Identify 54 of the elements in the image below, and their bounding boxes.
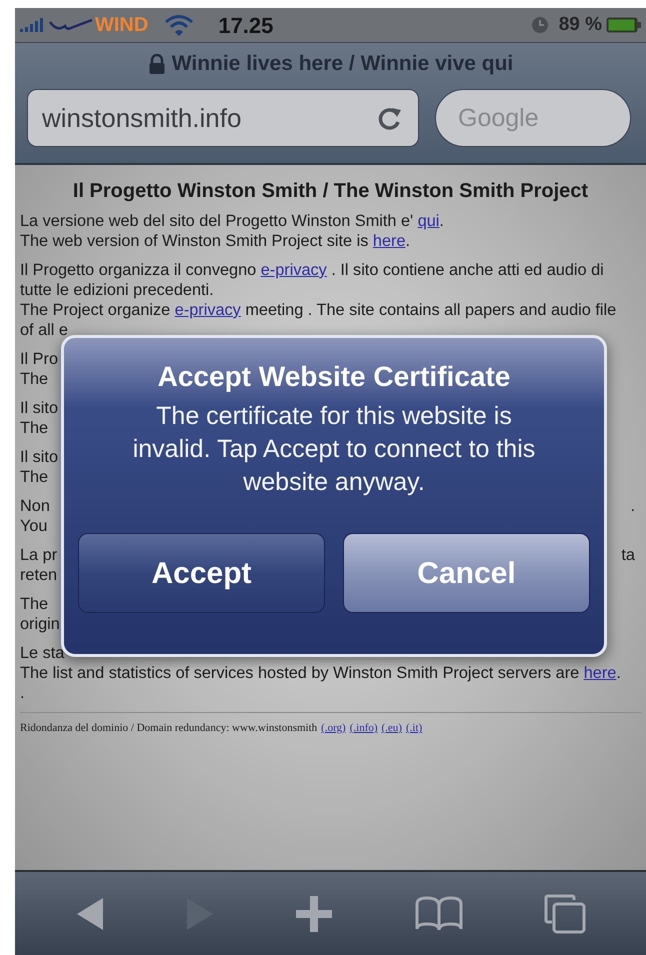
- page-text-line: .: [20, 683, 26, 703]
- signal-icon: [19, 18, 45, 32]
- link[interactable]: (.info): [350, 722, 378, 734]
- page-text-line: tutte le edizioni precedenti.: [20, 280, 215, 300]
- lock-icon: [148, 54, 166, 74]
- domain-redundancy-text: Ridondanza del dominio / Domain redundancy: www.winstonsmith (.org) (.info) (.eu) (.it): [20, 721, 424, 736]
- partial-text: reten: [20, 565, 58, 585]
- alert-message: The certificate for this website is invalid. Tap Accept to connect to this website anyway.: [132, 401, 536, 498]
- link[interactable]: qui: [418, 212, 440, 230]
- page-text-line: The list and statistics of services hosted by Winston Smith Project servers are here.: [20, 663, 622, 683]
- address-field[interactable]: winstonsmith.info: [27, 89, 419, 147]
- link[interactable]: here: [584, 664, 616, 682]
- partial-text: origin: [20, 614, 60, 634]
- back-arrow-icon[interactable]: [75, 896, 106, 932]
- partial-text: The: [20, 418, 48, 438]
- link[interactable]: here: [372, 232, 406, 250]
- link[interactable]: (.it): [406, 722, 422, 734]
- page-text-line: The web version of Winston Smith Project site is here.: [20, 231, 412, 251]
- battery-percentage: 89 %: [558, 12, 602, 37]
- partial-text: The: [20, 594, 48, 614]
- page-text-line: La versione web del sito del Progetto Winston Smith e' qui.: [20, 211, 445, 231]
- partial-text: La pr: [20, 545, 58, 565]
- partial-text: of all e: [20, 320, 68, 340]
- carrier-name: WIND: [95, 13, 148, 38]
- link[interactable]: (.eu): [382, 722, 402, 734]
- partial-text: Il Pro: [20, 349, 58, 369]
- wifi-icon: [164, 14, 194, 36]
- partial-text: ta: [621, 545, 636, 565]
- plus-icon[interactable]: [295, 894, 334, 932]
- partial-text: The: [20, 467, 48, 487]
- open-book-icon[interactable]: [414, 896, 464, 932]
- link[interactable]: e-privacy: [260, 261, 327, 279]
- clock-time: 17.25: [218, 12, 274, 40]
- partial-text: You: [20, 516, 48, 536]
- alarm-clock-icon: [530, 16, 549, 34]
- link[interactable]: e-privacy: [174, 301, 241, 319]
- partial-text: The: [20, 369, 48, 389]
- partial-text: Il sito: [20, 447, 58, 467]
- battery-icon: [606, 17, 642, 33]
- alert-title: Accept Website Certificate: [158, 360, 510, 394]
- search-field[interactable]: Google: [435, 89, 631, 147]
- partial-text: .: [630, 496, 636, 516]
- partial-text: Non: [20, 496, 50, 516]
- accept-button[interactable]: Accept: [78, 533, 325, 613]
- page-heading: Il Progetto Winston Smith / The Winston Smith Project: [72, 179, 590, 203]
- carrier-logo-icon: [49, 18, 93, 32]
- cancel-button[interactable]: Cancel: [343, 533, 590, 613]
- page-text-line: Il Progetto organizza il convegno e-privacy . Il sito contiene anche atti ed audio di: [20, 260, 605, 280]
- link[interactable]: (.org): [321, 722, 346, 734]
- page-title: Winnie lives here / Winnie vive qui: [172, 51, 514, 78]
- stacked-pages-icon[interactable]: [544, 894, 586, 934]
- page-text-line: The Project organize e-privacy meeting . The site contains all papers and audio file: [20, 300, 618, 320]
- partial-text: Il sito: [20, 398, 58, 418]
- partial-text: Le sta: [20, 643, 64, 663]
